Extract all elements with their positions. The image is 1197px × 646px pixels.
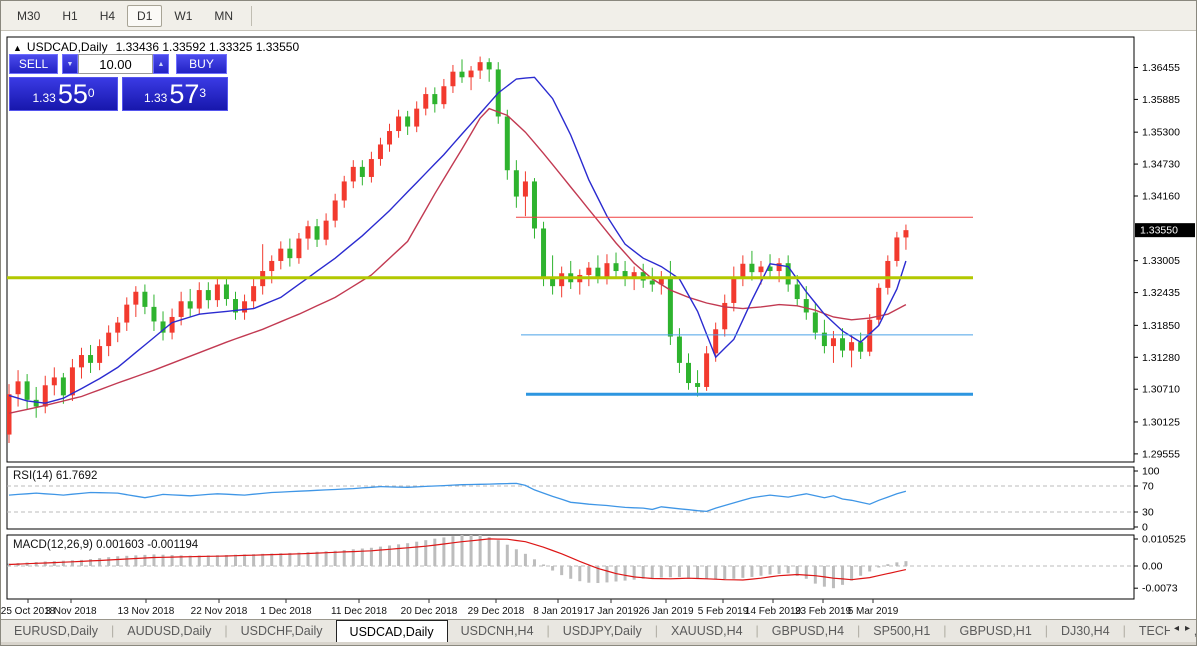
date-tick-label: 20 Dec 2018 — [401, 606, 458, 617]
macd-tick-label: 0.00 — [1142, 561, 1163, 573]
date-tick-label: 23 Feb 2019 — [795, 606, 852, 617]
price-tick-label: 1.35300 — [1142, 127, 1180, 139]
rsi-tick-label: 70 — [1142, 481, 1154, 493]
timeframe-button-m30[interactable]: M30 — [7, 5, 50, 27]
sell-price-big: 55 — [58, 81, 88, 108]
toolbar-separator — [251, 6, 252, 26]
date-tick-label: 5 Mar 2019 — [848, 606, 899, 617]
date-tick-label: 5 Feb 2019 — [698, 606, 749, 617]
date-tick-label: 17 Jan 2019 — [583, 606, 638, 617]
sell-price-display[interactable]: 1.33550 — [9, 77, 118, 111]
timeframe-button-h1[interactable]: H1 — [52, 5, 87, 27]
one-click-trade-panel: SELL ▼ 10.00 ▲ BUY 1.33550 1.33573 — [9, 54, 231, 111]
chart-tab-gbpusd-h1[interactable]: GBPUSD,H1 — [947, 620, 1045, 642]
price-tick-label: 1.31850 — [1142, 320, 1180, 332]
buy-price-big: 57 — [169, 81, 199, 108]
triangle-up-icon: ▲ — [158, 61, 165, 68]
chart-tab-sp500-h1[interactable]: SP500,H1 — [860, 620, 943, 642]
chart-tab-audusd-daily[interactable]: AUDUSD,Daily — [114, 620, 224, 642]
rsi-tick-label: 30 — [1142, 507, 1154, 519]
sell-price-small: 1.33 — [32, 88, 55, 108]
chart-tab-usdcad-daily[interactable]: USDCAD,Daily — [336, 620, 448, 642]
rsi-panel-frame — [7, 467, 1134, 529]
date-tick-label: 26 Jan 2019 — [638, 606, 693, 617]
price-tick-label: 1.34160 — [1142, 191, 1180, 203]
price-axis[interactable]: 1.36455 1.35885 1.35300 1.34730 1.34160 1.330… — [1134, 62, 1195, 460]
macd-tick-label: -0.0073 — [1142, 583, 1178, 595]
chart-tab-usdchf-daily[interactable]: USDCHF,Daily — [228, 620, 336, 642]
price-tick-label: 1.29555 — [1142, 448, 1180, 460]
macd-tick-label: 0.010525 — [1142, 534, 1186, 546]
chart-ohlc-values: 1.33436 1.33592 1.33325 1.33550 — [116, 40, 300, 54]
date-tick-label: 22 Nov 2018 — [191, 606, 248, 617]
price-tick-label: 1.31280 — [1142, 352, 1180, 364]
date-tick-label: 13 Nov 2018 — [118, 606, 175, 617]
date-tick-label: 1 Dec 2018 — [260, 606, 312, 617]
tab-scroll-buttons: ◂ ▸ — [1170, 621, 1194, 636]
status-strip — [1, 642, 1196, 646]
date-tick-label: 3 Nov 2018 — [45, 606, 97, 617]
trading-platform-window: 1.364551.358851.353001.347301.341601.330… — [0, 0, 1197, 646]
volume-decrease-button[interactable]: ▼ — [62, 54, 78, 74]
macd-indicator-label: MACD(12,26,9) 0.001603 -0.001194 — [13, 539, 198, 551]
buy-price-display[interactable]: 1.33573 — [122, 77, 228, 111]
price-tick-label: 1.36455 — [1142, 62, 1180, 74]
chart-title-bar: ▲ USDCAD,Daily 1.33436 1.33592 1.33325 1.3… — [13, 40, 299, 54]
rsi-tick-label: 100 — [1142, 466, 1160, 478]
chart-symbol-period: USDCAD,Daily — [27, 40, 108, 54]
timeframe-button-mn[interactable]: MN — [204, 5, 243, 27]
volume-increase-button[interactable]: ▲ — [153, 54, 169, 74]
price-tick-label: 1.35885 — [1142, 94, 1180, 106]
chart-tab-usdcnh-h4[interactable]: USDCNH,H4 — [448, 620, 547, 642]
price-tick-label: 1.32435 — [1142, 287, 1180, 299]
date-tick-label: 8 Jan 2019 — [533, 606, 583, 617]
date-axis[interactable]: 25 Oct 20183 Nov 201813 Nov 201822 Nov 2… — [1, 599, 899, 617]
sell-button[interactable]: SELL — [9, 54, 58, 74]
rsi-axis[interactable]: 100 70 30 0 — [1134, 466, 1160, 534]
sell-price-sup: 0 — [88, 78, 95, 108]
buy-price-sup: 3 — [199, 78, 206, 108]
macd-axis[interactable]: 0.010525 0.00 -0.0073 — [1134, 534, 1186, 595]
price-tick-label: 1.30125 — [1142, 416, 1180, 428]
collapse-chart-icon[interactable]: ▲ — [13, 43, 22, 53]
timeframe-button-d1[interactable]: D1 — [127, 5, 162, 27]
volume-input[interactable]: 10.00 — [78, 54, 153, 74]
tab-scroll-right-icon[interactable]: ▸ — [1185, 623, 1190, 634]
rsi-indicator-label: RSI(14) 61.7692 — [13, 470, 97, 482]
chart-tab-xauusd-h4[interactable]: XAUUSD,H4 — [658, 620, 756, 642]
chart-tab-gbpusd-h4[interactable]: GBPUSD,H4 — [759, 620, 857, 642]
price-tick-label: 1.33005 — [1142, 255, 1180, 267]
chart-tab-usdjpy-daily[interactable]: USDJPY,Daily — [550, 620, 655, 642]
date-tick-label: 11 Dec 2018 — [331, 606, 387, 617]
rsi-tick-label: 0 — [1142, 522, 1148, 534]
buy-button[interactable]: BUY — [176, 54, 227, 74]
tab-scroll-left-icon[interactable]: ◂ — [1174, 623, 1179, 634]
chart-tab-eurusd-daily[interactable]: EURUSD,Daily — [1, 620, 111, 642]
timeframe-button-h4[interactable]: H4 — [90, 5, 125, 27]
price-tick-label: 1.30710 — [1142, 384, 1180, 396]
timeframe-toolbar: M30H1H4D1W1MN — [1, 1, 1196, 31]
buy-price-small: 1.33 — [144, 88, 167, 108]
date-tick-label: 29 Dec 2018 — [468, 606, 525, 617]
timeframe-button-w1[interactable]: W1 — [164, 5, 202, 27]
price-tick-label: 1.34730 — [1142, 159, 1180, 171]
date-tick-label: 14 Feb 2019 — [745, 606, 802, 617]
trade-panel-price-row: 1.33550 1.33573 — [9, 77, 231, 111]
chart-tab-dj30-h4[interactable]: DJ30,H4 — [1048, 620, 1123, 642]
triangle-down-icon: ▼ — [67, 61, 74, 68]
trade-panel-top-row: SELL ▼ 10.00 ▲ BUY — [9, 54, 231, 74]
chart-tab-bar: EURUSD,Daily|AUDUSD,Daily|USDCHF,DailyUS… — [1, 619, 1196, 642]
current-price-label: 1.33550 — [1140, 225, 1178, 237]
